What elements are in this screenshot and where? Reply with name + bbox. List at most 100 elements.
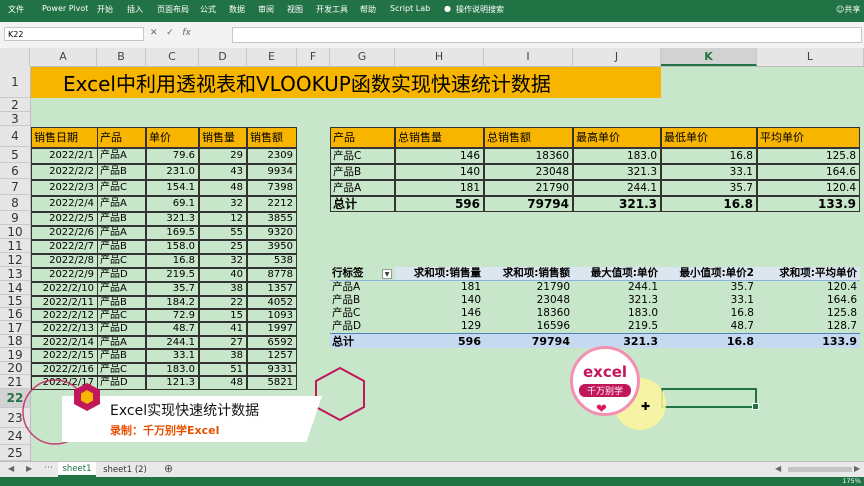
pivot-total-cell[interactable]: 79794 xyxy=(484,333,573,348)
sales-cell[interactable]: 2022/2/1 xyxy=(31,148,98,164)
tab-insert[interactable]: 插入 xyxy=(127,4,143,15)
pivot-cell[interactable]: 183.0 xyxy=(573,307,661,320)
row-header[interactable]: 9 xyxy=(0,211,30,225)
row-header[interactable]: 13 xyxy=(0,267,30,281)
sales-cell[interactable]: 32 xyxy=(199,196,247,212)
sales-cell[interactable]: 产品A xyxy=(97,282,146,296)
summary-header-cell[interactable]: 最低单价 xyxy=(661,127,757,148)
pivot-cell[interactable]: 产品C xyxy=(330,307,395,320)
pivot-total-cell[interactable]: 321.3 xyxy=(573,333,661,348)
sales-cell[interactable]: 69.1 xyxy=(146,196,199,212)
sales-cell[interactable]: 产品C xyxy=(97,254,146,268)
summary-header-cell[interactable]: 平均单价 xyxy=(757,127,860,148)
sales-cell[interactable]: 3950 xyxy=(247,240,297,254)
sales-cell[interactable]: 22 xyxy=(199,296,247,309)
row-header[interactable]: 5 xyxy=(0,147,30,163)
summary-header-cell[interactable]: 总销售额 xyxy=(484,127,573,148)
summary-cell[interactable]: 16.8 xyxy=(661,148,757,164)
summary-header-cell[interactable]: 总销售量 xyxy=(395,127,484,148)
sales-cell[interactable]: 538 xyxy=(247,254,297,268)
row-header[interactable]: 1 xyxy=(0,66,30,98)
pivot-cell[interactable]: 产品D xyxy=(330,320,395,333)
summary-total-cell[interactable]: 321.3 xyxy=(573,196,661,212)
pivot-cell[interactable]: 120.4 xyxy=(757,281,860,294)
sales-cell[interactable]: 2022/2/7 xyxy=(31,240,98,254)
sales-cell[interactable]: 2212 xyxy=(247,196,297,212)
select-all-corner[interactable] xyxy=(0,48,30,66)
sales-cell[interactable]: 9320 xyxy=(247,226,297,240)
column-header[interactable]: H xyxy=(395,48,484,66)
tab-data[interactable]: 数据 xyxy=(229,4,245,15)
sales-cell[interactable]: 产品B xyxy=(97,240,146,254)
summary-cell[interactable]: 183.0 xyxy=(573,148,661,164)
pivot-cell[interactable]: 16.8 xyxy=(661,307,757,320)
sales-cell[interactable]: 12 xyxy=(199,212,247,226)
column-header[interactable]: L xyxy=(757,48,864,66)
row-header[interactable]: 11 xyxy=(0,239,30,253)
row-header[interactable]: 4 xyxy=(0,126,30,147)
sales-cell[interactable]: 产品C xyxy=(97,363,146,376)
pivot-header-cell[interactable]: 求和项:销售额 xyxy=(484,267,573,281)
summary-cell[interactable]: 21790 xyxy=(484,180,573,196)
sales-header-cell[interactable]: 销售量 xyxy=(199,127,247,148)
column-header-selected[interactable]: K xyxy=(661,48,757,66)
sales-cell[interactable]: 2022/2/10 xyxy=(31,282,98,296)
pivot-header-cell[interactable]: 最大值项:单价 xyxy=(573,267,661,281)
summary-total-cell[interactable]: 133.9 xyxy=(757,196,860,212)
sales-cell[interactable]: 产品D xyxy=(97,268,146,282)
sales-cell[interactable]: 72.9 xyxy=(146,309,199,322)
sales-cell[interactable]: 158.0 xyxy=(146,240,199,254)
pivot-header-cell[interactable]: 求和项:平均单价 xyxy=(757,267,860,281)
sales-cell[interactable]: 321.3 xyxy=(146,212,199,226)
sales-cell[interactable]: 1357 xyxy=(247,282,297,296)
zoom-level[interactable]: 175% xyxy=(842,477,861,486)
sales-header-cell[interactable]: 单价 xyxy=(146,127,199,148)
sales-cell[interactable]: 15 xyxy=(199,309,247,322)
sales-cell[interactable]: 40 xyxy=(199,268,247,282)
sales-cell[interactable]: 7398 xyxy=(247,180,297,196)
sales-cell[interactable]: 48 xyxy=(199,376,247,390)
summary-header-cell[interactable]: 最高单价 xyxy=(573,127,661,148)
tab-power-pivot[interactable]: Power Pivot xyxy=(42,4,88,13)
sheet-tab-sheet1-2[interactable]: sheet1 (2) xyxy=(100,462,150,477)
sales-cell[interactable]: 79.6 xyxy=(146,148,199,164)
column-header[interactable]: E xyxy=(247,48,297,66)
row-header[interactable]: 8 xyxy=(0,195,30,211)
row-header[interactable]: 10 xyxy=(0,225,30,239)
sales-cell[interactable]: 2022/2/2 xyxy=(31,164,98,180)
pivot-cell[interactable]: 产品B xyxy=(330,294,395,307)
row-header[interactable]: 7 xyxy=(0,179,30,195)
column-header[interactable]: B xyxy=(97,48,146,66)
sales-cell[interactable]: 33.1 xyxy=(146,349,199,363)
sales-cell[interactable]: 32 xyxy=(199,254,247,268)
pivot-cell[interactable]: 321.3 xyxy=(573,294,661,307)
sales-cell[interactable]: 1093 xyxy=(247,309,297,322)
sales-cell[interactable]: 51 xyxy=(199,363,247,376)
row-header[interactable]: 2 xyxy=(0,98,30,112)
summary-cell[interactable]: 244.1 xyxy=(573,180,661,196)
column-header[interactable]: A xyxy=(30,48,97,66)
sales-cell[interactable]: 产品B xyxy=(97,212,146,226)
sales-cell[interactable]: 8778 xyxy=(247,268,297,282)
summary-total-cell[interactable]: 总计 xyxy=(330,196,395,212)
sales-cell[interactable]: 产品B xyxy=(97,164,146,180)
pivot-cell[interactable]: 48.7 xyxy=(661,320,757,333)
pivot-cell[interactable]: 33.1 xyxy=(661,294,757,307)
sales-cell[interactable]: 产品A xyxy=(97,336,146,349)
sales-cell[interactable]: 16.8 xyxy=(146,254,199,268)
filter-dropdown-icon[interactable]: ▼ xyxy=(382,269,392,279)
cancel-icon[interactable]: ✕ xyxy=(150,28,158,38)
sales-cell[interactable]: 1997 xyxy=(247,322,297,336)
column-header[interactable]: C xyxy=(146,48,199,66)
row-header[interactable]: 6 xyxy=(0,163,30,179)
sales-cell[interactable]: 2022/2/15 xyxy=(31,349,98,363)
sales-cell[interactable]: 231.0 xyxy=(146,164,199,180)
column-header[interactable]: G xyxy=(330,48,395,66)
row-header[interactable]: 12 xyxy=(0,253,30,267)
sales-cell[interactable]: 2022/2/3 xyxy=(31,180,98,196)
hscroll-right-icon[interactable]: ▶ xyxy=(854,464,860,473)
hscroll-left-icon[interactable]: ◀ xyxy=(775,464,781,473)
sales-cell[interactable]: 2022/2/5 xyxy=(31,212,98,226)
pivot-total-cell[interactable]: 596 xyxy=(395,333,484,348)
sales-cell[interactable]: 产品A xyxy=(97,196,146,212)
